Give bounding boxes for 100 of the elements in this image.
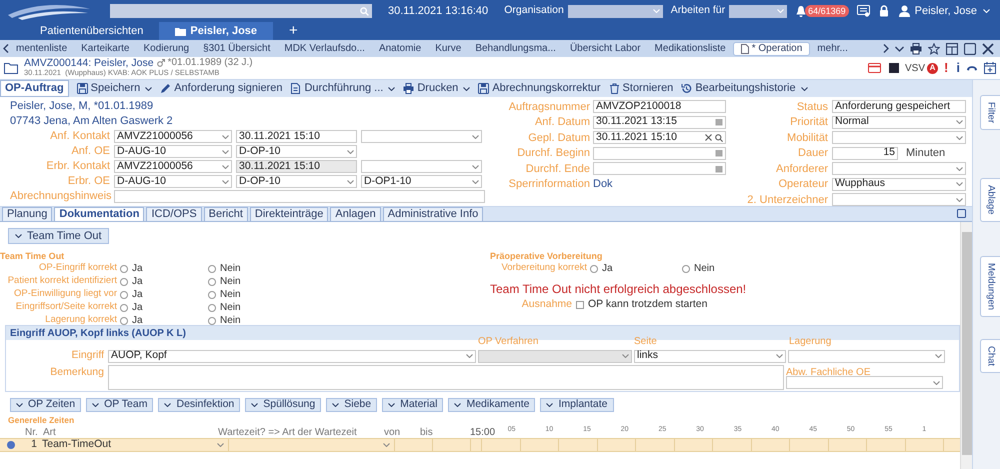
sub-tab[interactable]: Bericht [204, 207, 248, 221]
number-field[interactable]: 15 [832, 146, 898, 160]
radio-button[interactable] [208, 304, 216, 312]
section-button[interactable]: Desinfektion [158, 398, 240, 412]
work-for-dropdown[interactable] [729, 4, 788, 18]
side-tab[interactable]: Ablage [980, 178, 1000, 222]
select-field[interactable] [788, 350, 945, 362]
patient-tab[interactable]: Peisler, Jose [159, 22, 274, 40]
team-time-out-button[interactable]: Team Time Out [8, 228, 109, 244]
date-field[interactable]: 30.11.2021 13:15 [593, 116, 726, 129]
printer-icon[interactable] [910, 42, 922, 54]
phone-icon[interactable] [966, 64, 978, 72]
window-icon[interactable] [946, 42, 958, 54]
sub-tab[interactable]: Planung [2, 207, 52, 221]
section-button[interactable]: Material [382, 398, 444, 412]
patient-tab[interactable]: Patientenübersichten [24, 22, 160, 40]
select-field[interactable] [832, 193, 966, 206]
date-field[interactable] [593, 146, 726, 160]
side-tab[interactable]: Chat [980, 338, 1000, 373]
section-button[interactable]: OP Zeiten [10, 398, 82, 412]
chevron-right-icon[interactable] [883, 44, 889, 53]
date-field[interactable] [593, 162, 726, 176]
date-field[interactable]: 30.11.2021 15:10 [593, 131, 726, 144]
scrollbar[interactable] [960, 222, 972, 469]
card-icon[interactable] [868, 63, 882, 73]
chevron-down-icon[interactable] [895, 46, 904, 52]
text-field[interactable] [114, 190, 485, 203]
select-field[interactable]: Normal [832, 116, 966, 129]
side-tab[interactable]: Filter [980, 95, 1000, 130]
remark-field[interactable] [108, 365, 784, 390]
section-button[interactable]: Spüllösung [245, 398, 322, 412]
sub-tab[interactable]: Dokumentation [54, 207, 144, 221]
select-field[interactable]: Wupphaus [832, 178, 966, 191]
sub-tab[interactable]: Direkteinträge [250, 207, 328, 221]
maximize-icon[interactable] [964, 42, 976, 54]
toolbar-button[interactable]: Bearbeitungshistorie [681, 80, 808, 97]
nav-tab[interactable]: Karteikarte [74, 42, 136, 56]
radio-button[interactable] [208, 278, 216, 286]
toolbar-button[interactable]: Anforderung signieren [160, 80, 282, 97]
toolbar-button[interactable]: Drucken [403, 80, 470, 97]
radio-button[interactable] [208, 264, 216, 272]
chevron-left-icon[interactable] [3, 44, 9, 53]
select-field[interactable] [361, 160, 482, 173]
radio-button[interactable] [590, 264, 598, 272]
select-field[interactable]: AUOP, Kopf [108, 350, 476, 362]
text-field[interactable]: Anforderung gespeichert [832, 100, 966, 114]
star-icon[interactable] [928, 42, 940, 54]
organisation-dropdown[interactable] [568, 4, 663, 18]
toolbar-button[interactable]: Speichern [76, 80, 152, 97]
radio-button[interactable] [120, 304, 128, 312]
nav-tab[interactable]: mehr... [810, 42, 855, 56]
section-button[interactable]: Siebe [326, 398, 378, 412]
select-field[interactable]: D-AUG-10 [114, 175, 232, 188]
toolbar-button[interactable]: Stornieren [608, 80, 674, 97]
select-field[interactable]: AMVZ21000056 [114, 130, 232, 143]
nav-tab[interactable]: Kodierung [136, 42, 196, 56]
checkbox[interactable] [576, 301, 584, 309]
bell-icon[interactable] [795, 4, 808, 18]
side-tab[interactable]: Meldungen [980, 256, 1000, 317]
nav-tab[interactable]: §301 Übersicht [196, 42, 278, 56]
nav-tab[interactable]: MDK Verlaufsdo... [277, 42, 372, 56]
sub-tab[interactable]: Administrative Info [382, 207, 484, 221]
select-field[interactable] [786, 376, 943, 389]
maximize-icon[interactable] [957, 209, 966, 218]
sub-tab[interactable]: ICD/OPS [146, 207, 202, 221]
select-field[interactable]: D-OP-10 [236, 145, 357, 158]
radio-button[interactable] [120, 264, 128, 272]
nav-tab[interactable]: Medikationsliste [648, 42, 733, 56]
radio-button[interactable] [682, 264, 690, 272]
radio-button[interactable] [120, 316, 128, 324]
add-tab-button[interactable]: + [285, 22, 302, 40]
select-field[interactable]: D-AUG-10 [114, 145, 232, 158]
select-field[interactable] [832, 162, 966, 176]
radio-button[interactable] [208, 290, 216, 298]
select-field[interactable]: AMVZ21000056 [114, 160, 232, 173]
sub-tab[interactable]: Anlagen [330, 207, 381, 221]
select-field[interactable]: D-OP-10 [236, 175, 357, 188]
text-field[interactable]: 30.11.2021 15:10 [236, 130, 357, 143]
type-select[interactable]: Team-TimeOut [42, 438, 229, 452]
user-name[interactable]: Peisler, Jose [914, 2, 977, 20]
radio-button[interactable] [120, 278, 128, 286]
nav-tab[interactable]: Anatomie [372, 42, 428, 56]
select-field[interactable] [832, 131, 966, 144]
section-button[interactable]: OP Team [86, 398, 154, 412]
section-button[interactable]: Medikamente [448, 398, 536, 412]
select-field[interactable]: links [634, 350, 786, 362]
op-order-tab[interactable]: OP-Auftrag [0, 80, 69, 97]
calendar-plus-icon[interactable] [984, 62, 996, 74]
toolbar-button[interactable]: Abrechnungskorrektur [478, 80, 601, 97]
radio-button[interactable] [120, 290, 128, 298]
text-field[interactable]: AMVZOP2100018 [593, 100, 726, 114]
select-field[interactable]: D-OP1-10 [361, 175, 482, 188]
radio-button[interactable] [208, 316, 216, 324]
nav-tab[interactable]: Kurve [428, 42, 468, 56]
dok-link[interactable]: Dok [593, 176, 726, 192]
nav-tab[interactable]: Übersicht Labor [562, 42, 648, 56]
lock-icon[interactable] [878, 5, 889, 17]
list-icon[interactable] [856, 5, 870, 17]
select-field[interactable] [361, 130, 482, 143]
nav-tab[interactable]: Behandlungsma... [468, 42, 563, 56]
